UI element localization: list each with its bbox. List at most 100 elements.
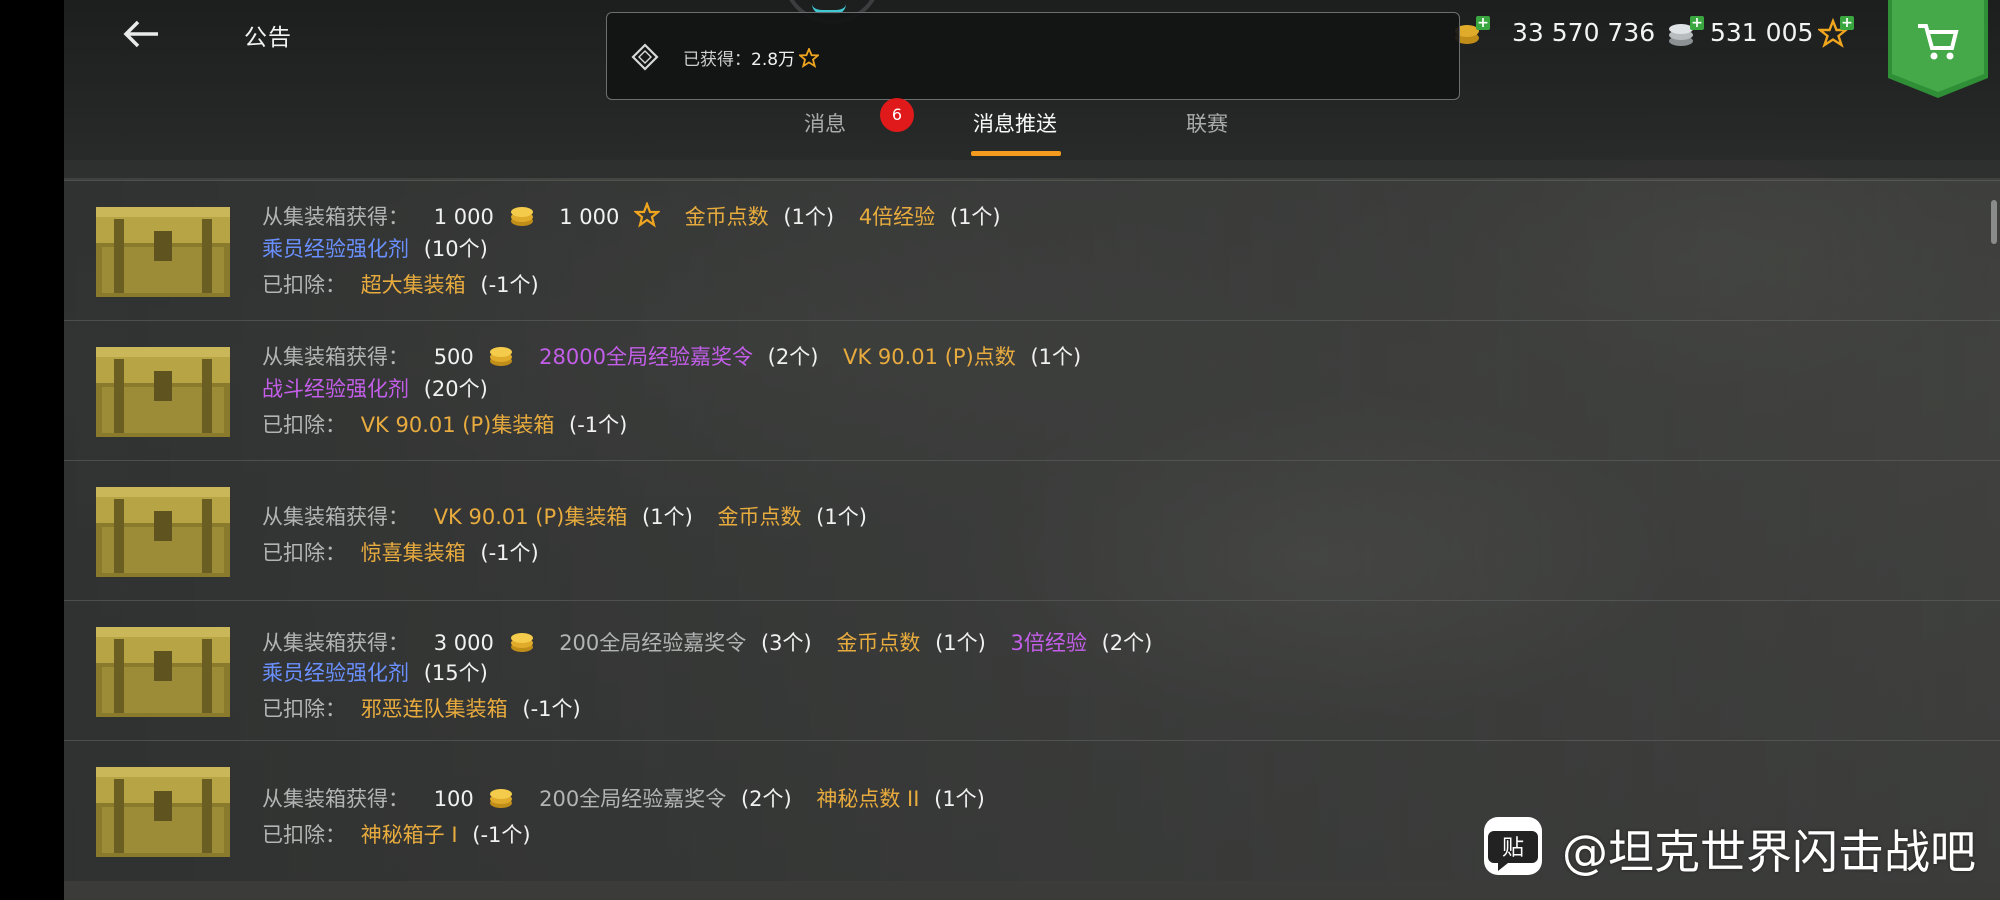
free-xp-balance: 531 005 bbox=[1710, 18, 1814, 47]
item-name: 200全局经验嘉奖令 bbox=[539, 787, 727, 811]
item-qty: (-1个) bbox=[472, 823, 531, 847]
item-qty: (1个) bbox=[1030, 345, 1082, 369]
list-item[interactable]: 从集装箱获得： 500 28000全局经验嘉奖令 (2个) VK 90.01 (… bbox=[64, 320, 2000, 461]
message-list[interactable]: 从集装箱获得： 1 000 1 000 金币点数 (1个) 4倍经验 (1个) … bbox=[64, 160, 2000, 900]
item-name: 4倍经验 bbox=[858, 205, 936, 229]
tab-push-messages[interactable]: 消息推送 bbox=[973, 108, 1057, 138]
active-tab-indicator bbox=[971, 151, 1061, 156]
page-title: 公告 bbox=[244, 25, 292, 51]
star-icon bbox=[799, 48, 820, 68]
item-qty: (1个) bbox=[935, 631, 986, 655]
received-prefix: 从集装箱获得： bbox=[262, 631, 409, 655]
item-qty: (1个) bbox=[816, 505, 867, 529]
item-qty: (-1个) bbox=[522, 697, 581, 721]
container-name: VK 90.01 (P)集装箱 bbox=[360, 413, 555, 437]
item-name: 金币点数 bbox=[684, 205, 769, 229]
add-gold-button[interactable]: + bbox=[1476, 16, 1490, 30]
rewards-line-2: 乘员经验强化剂 (15个) bbox=[262, 657, 488, 687]
deducted-prefix: 已扣除： bbox=[262, 413, 346, 437]
container-name: 邪恶连队集装箱 bbox=[360, 697, 508, 721]
star-experience-icon bbox=[634, 202, 660, 228]
popup-label: 已获得：2.8万 bbox=[683, 45, 820, 70]
list-item[interactable]: 从集装箱获得： 3 000 200全局经验嘉奖令 (3个) 金币点数 (1个) … bbox=[64, 600, 2000, 741]
credits-amount: 500 bbox=[433, 345, 474, 369]
tab-messages[interactable]: 消息 bbox=[804, 108, 846, 138]
deducted-prefix: 已扣除： bbox=[262, 273, 346, 297]
add-silver-button[interactable]: + bbox=[1690, 16, 1704, 30]
add-xp-button[interactable]: + bbox=[1840, 16, 1854, 30]
watermark-logo-glyph: 贴 bbox=[1502, 836, 1524, 861]
list-item[interactable]: 从集装箱获得： VK 90.01 (P)集装箱 (1个) 金币点数 (1个) 已… bbox=[64, 460, 2000, 601]
received-prefix: 从集装箱获得： bbox=[262, 787, 409, 811]
deducted-line: 已扣除： 超大集装箱 (-1个) bbox=[262, 269, 539, 299]
item-qty: (3个) bbox=[760, 631, 812, 655]
tab-league[interactable]: 联赛 bbox=[1186, 108, 1228, 138]
received-prefix: 从集装箱获得： bbox=[262, 205, 409, 229]
item-qty: (20个) bbox=[423, 377, 488, 401]
scrollbar[interactable] bbox=[1991, 200, 1997, 244]
crate-icon bbox=[96, 767, 230, 857]
item-qty: (-1个) bbox=[569, 413, 628, 437]
item-qty: (1个) bbox=[642, 505, 693, 529]
crate-icon bbox=[96, 627, 230, 717]
crate-icon bbox=[96, 207, 230, 297]
list-item[interactable]: 从集装箱获得： 1 000 1 000 金币点数 (1个) 4倍经验 (1个) … bbox=[64, 180, 2000, 321]
crate-icon bbox=[96, 487, 230, 577]
gold-coin-icon bbox=[490, 789, 513, 808]
xp-amount: 1 000 bbox=[559, 205, 620, 229]
item-name: 战斗经验强化剂 bbox=[262, 377, 409, 401]
rewards-line: 从集装箱获得： 3 000 200全局经验嘉奖令 (3个) 金币点数 (1个) … bbox=[262, 627, 1152, 657]
deducted-line: 已扣除： 邪恶连队集装箱 (-1个) bbox=[262, 693, 581, 723]
deducted-line: 已扣除： VK 90.01 (P)集装箱 (-1个) bbox=[262, 409, 627, 439]
item-name: 金币点数 bbox=[836, 631, 921, 655]
received-prefix: 从集装箱获得： bbox=[262, 345, 409, 369]
rewards-line: 从集装箱获得： 100 200全局经验嘉奖令 (2个) 神秘点数 II (1个) bbox=[262, 783, 985, 813]
popup-value: 2.8万 bbox=[751, 50, 796, 70]
reward-notification-popup[interactable]: 已获得：2.8万 bbox=[606, 12, 1460, 100]
item-name: 28000全局经验嘉奖令 bbox=[539, 345, 753, 369]
crate-icon bbox=[96, 347, 230, 437]
gold-coin-icon bbox=[510, 633, 533, 652]
deducted-line: 已扣除： 惊喜集装箱 (-1个) bbox=[262, 537, 539, 567]
item-qty: (-1个) bbox=[480, 541, 539, 565]
gold-coin-icon bbox=[510, 207, 533, 226]
credits-amount: 100 bbox=[433, 787, 474, 811]
item-qty: (2个) bbox=[740, 787, 792, 811]
item-qty: (1个) bbox=[934, 787, 985, 811]
app-screen: 从集装箱获得： 1 000 1 000 金币点数 (1个) 4倍经验 (1个) … bbox=[64, 0, 2000, 900]
item-name: 乘员经验强化剂 bbox=[262, 237, 409, 261]
item-name: 神秘点数 II bbox=[816, 787, 920, 811]
deducted-prefix: 已扣除： bbox=[262, 697, 346, 721]
item-name: 200全局经验嘉奖令 bbox=[559, 631, 747, 655]
silver-balance: 33 570 736 bbox=[1512, 18, 1656, 47]
item-name: VK 90.01 (P)点数 bbox=[843, 345, 1016, 369]
rewards-line: 从集装箱获得： VK 90.01 (P)集装箱 (1个) 金币点数 (1个) bbox=[262, 501, 867, 531]
shop-button[interactable] bbox=[1888, 0, 1988, 98]
container-name: 超大集装箱 bbox=[360, 273, 466, 297]
unread-count-badge: 6 bbox=[880, 98, 914, 132]
container-name: 神秘箱子 I bbox=[360, 823, 458, 847]
container-name: 惊喜集装箱 bbox=[360, 541, 466, 565]
credits-amount: 1 000 bbox=[433, 205, 494, 229]
shopping-cart-icon bbox=[1918, 24, 1959, 60]
item-name: VK 90.01 (P)集装箱 bbox=[433, 505, 628, 529]
item-name: 乘员经验强化剂 bbox=[262, 661, 409, 685]
popup-label-text: 已获得： bbox=[683, 50, 751, 70]
item-qty: (-1个) bbox=[480, 273, 539, 297]
item-qty: (1个) bbox=[783, 205, 835, 229]
item-name: 金币点数 bbox=[717, 505, 802, 529]
list-top-divider bbox=[64, 160, 2000, 178]
received-prefix: 从集装箱获得： bbox=[262, 505, 409, 529]
deducted-prefix: 已扣除： bbox=[262, 823, 346, 847]
rewards-line: 从集装箱获得： 500 28000全局经验嘉奖令 (2个) VK 90.01 (… bbox=[262, 341, 1081, 371]
gold-coin-icon bbox=[490, 347, 513, 366]
item-qty: (1个) bbox=[949, 205, 1001, 229]
top-bar: 公告 + 33 570 736 + 531 005 + 已获得：2.8万 消息 … bbox=[64, 0, 2000, 160]
tab-bar: 消息 消息推送 联赛 bbox=[64, 108, 2000, 160]
item-qty: (2个) bbox=[1101, 631, 1153, 655]
back-button[interactable] bbox=[104, 12, 184, 56]
deducted-line: 已扣除： 神秘箱子 I (-1个) bbox=[262, 819, 531, 849]
rewards-line: 从集装箱获得： 1 000 1 000 金币点数 (1个) 4倍经验 (1个) bbox=[262, 201, 1001, 231]
back-arrow-icon bbox=[123, 20, 158, 48]
item-qty: (2个) bbox=[767, 345, 819, 369]
